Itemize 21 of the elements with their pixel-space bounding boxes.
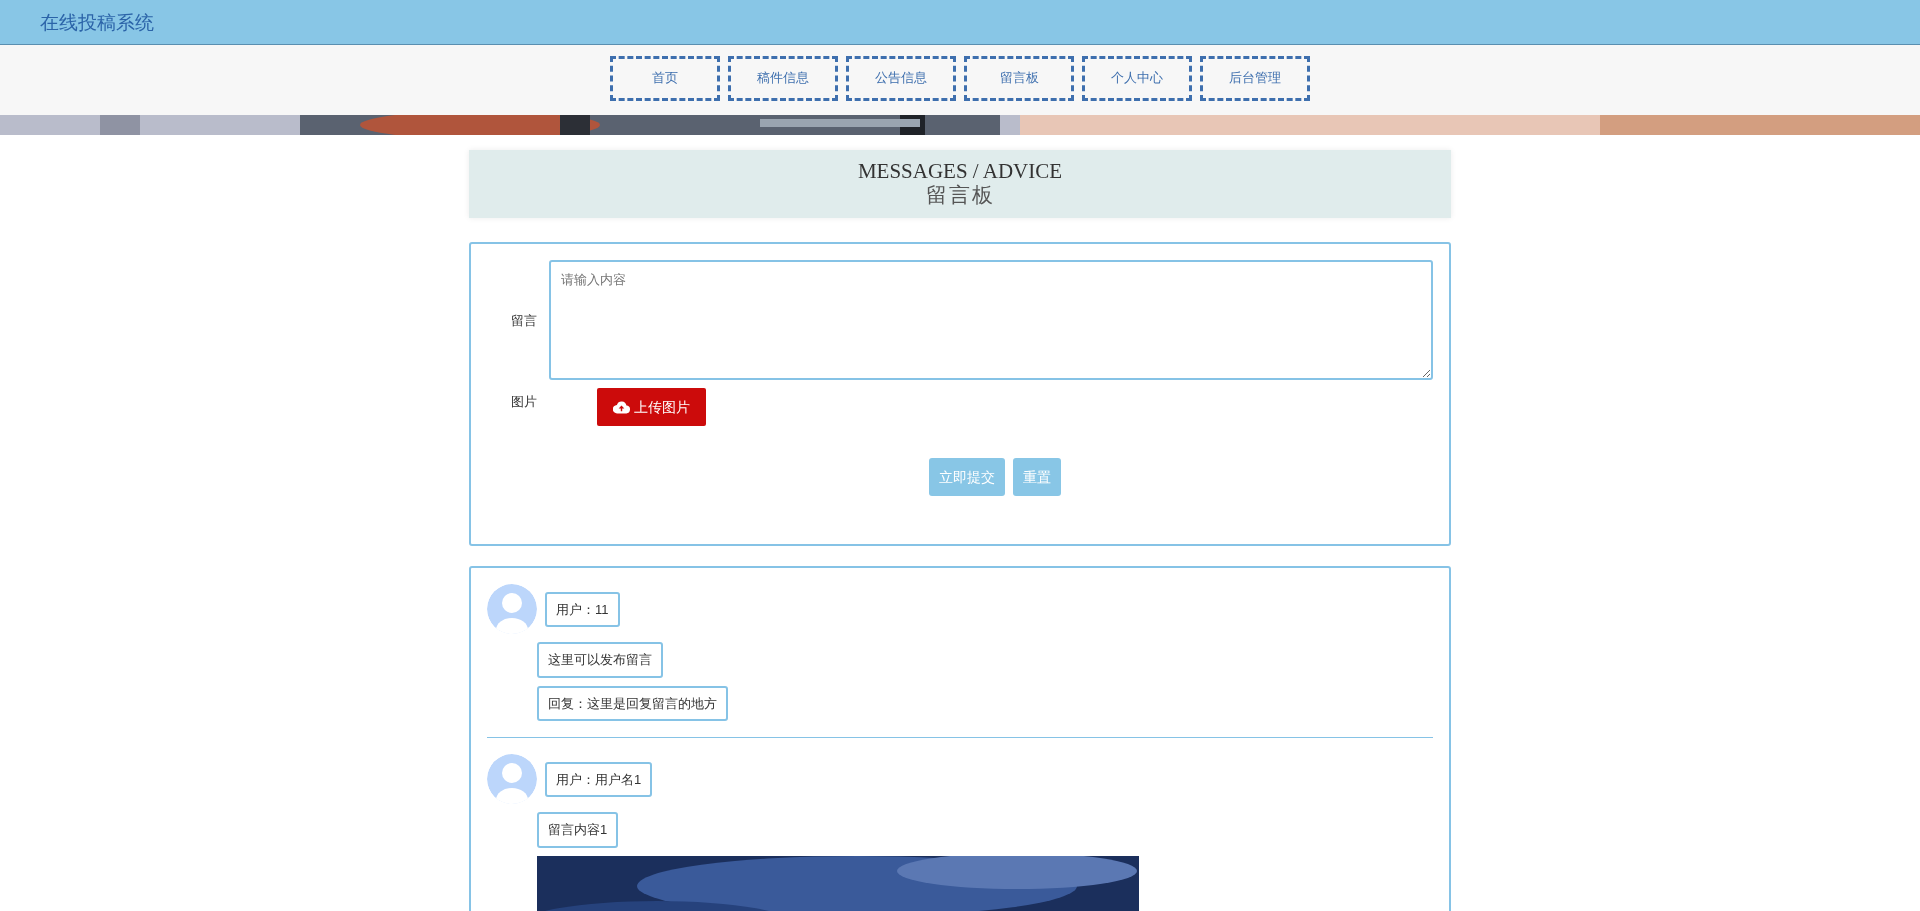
reply-text: 回复：这里是回复留言的地方	[537, 685, 728, 722]
message-text: 这里可以发布留言	[537, 642, 663, 678]
nav-link[interactable]: 公告信息	[846, 55, 956, 101]
upload-button[interactable]: 上传图片	[597, 388, 706, 427]
message-input[interactable]: 请输入内容	[549, 260, 1433, 381]
nav-link[interactable]: 个人中心	[1082, 55, 1192, 101]
nav-link[interactable]: 后台管理	[1200, 55, 1310, 101]
message-text: 留言内容1	[537, 812, 619, 848]
nav-link[interactable]: 稿件信息	[728, 55, 838, 101]
nav-link[interactable]: 首页	[610, 55, 720, 101]
avatar-icon	[487, 584, 537, 635]
heading-title: MESSAGES / ADVICE	[856, 160, 1064, 184]
site-title[interactable]: 在线投稿系统	[40, 12, 154, 33]
avatar-icon	[487, 754, 537, 805]
user-name: 用户：11	[545, 591, 620, 628]
heading-subtitle: 留言板	[924, 183, 996, 209]
field-label: 留言	[510, 311, 538, 330]
cloud-upload-icon	[613, 400, 630, 415]
user-name: 用户：用户名1	[545, 761, 653, 798]
nav-link[interactable]: 留言板	[964, 55, 1074, 101]
field-label: 图片	[510, 393, 538, 412]
